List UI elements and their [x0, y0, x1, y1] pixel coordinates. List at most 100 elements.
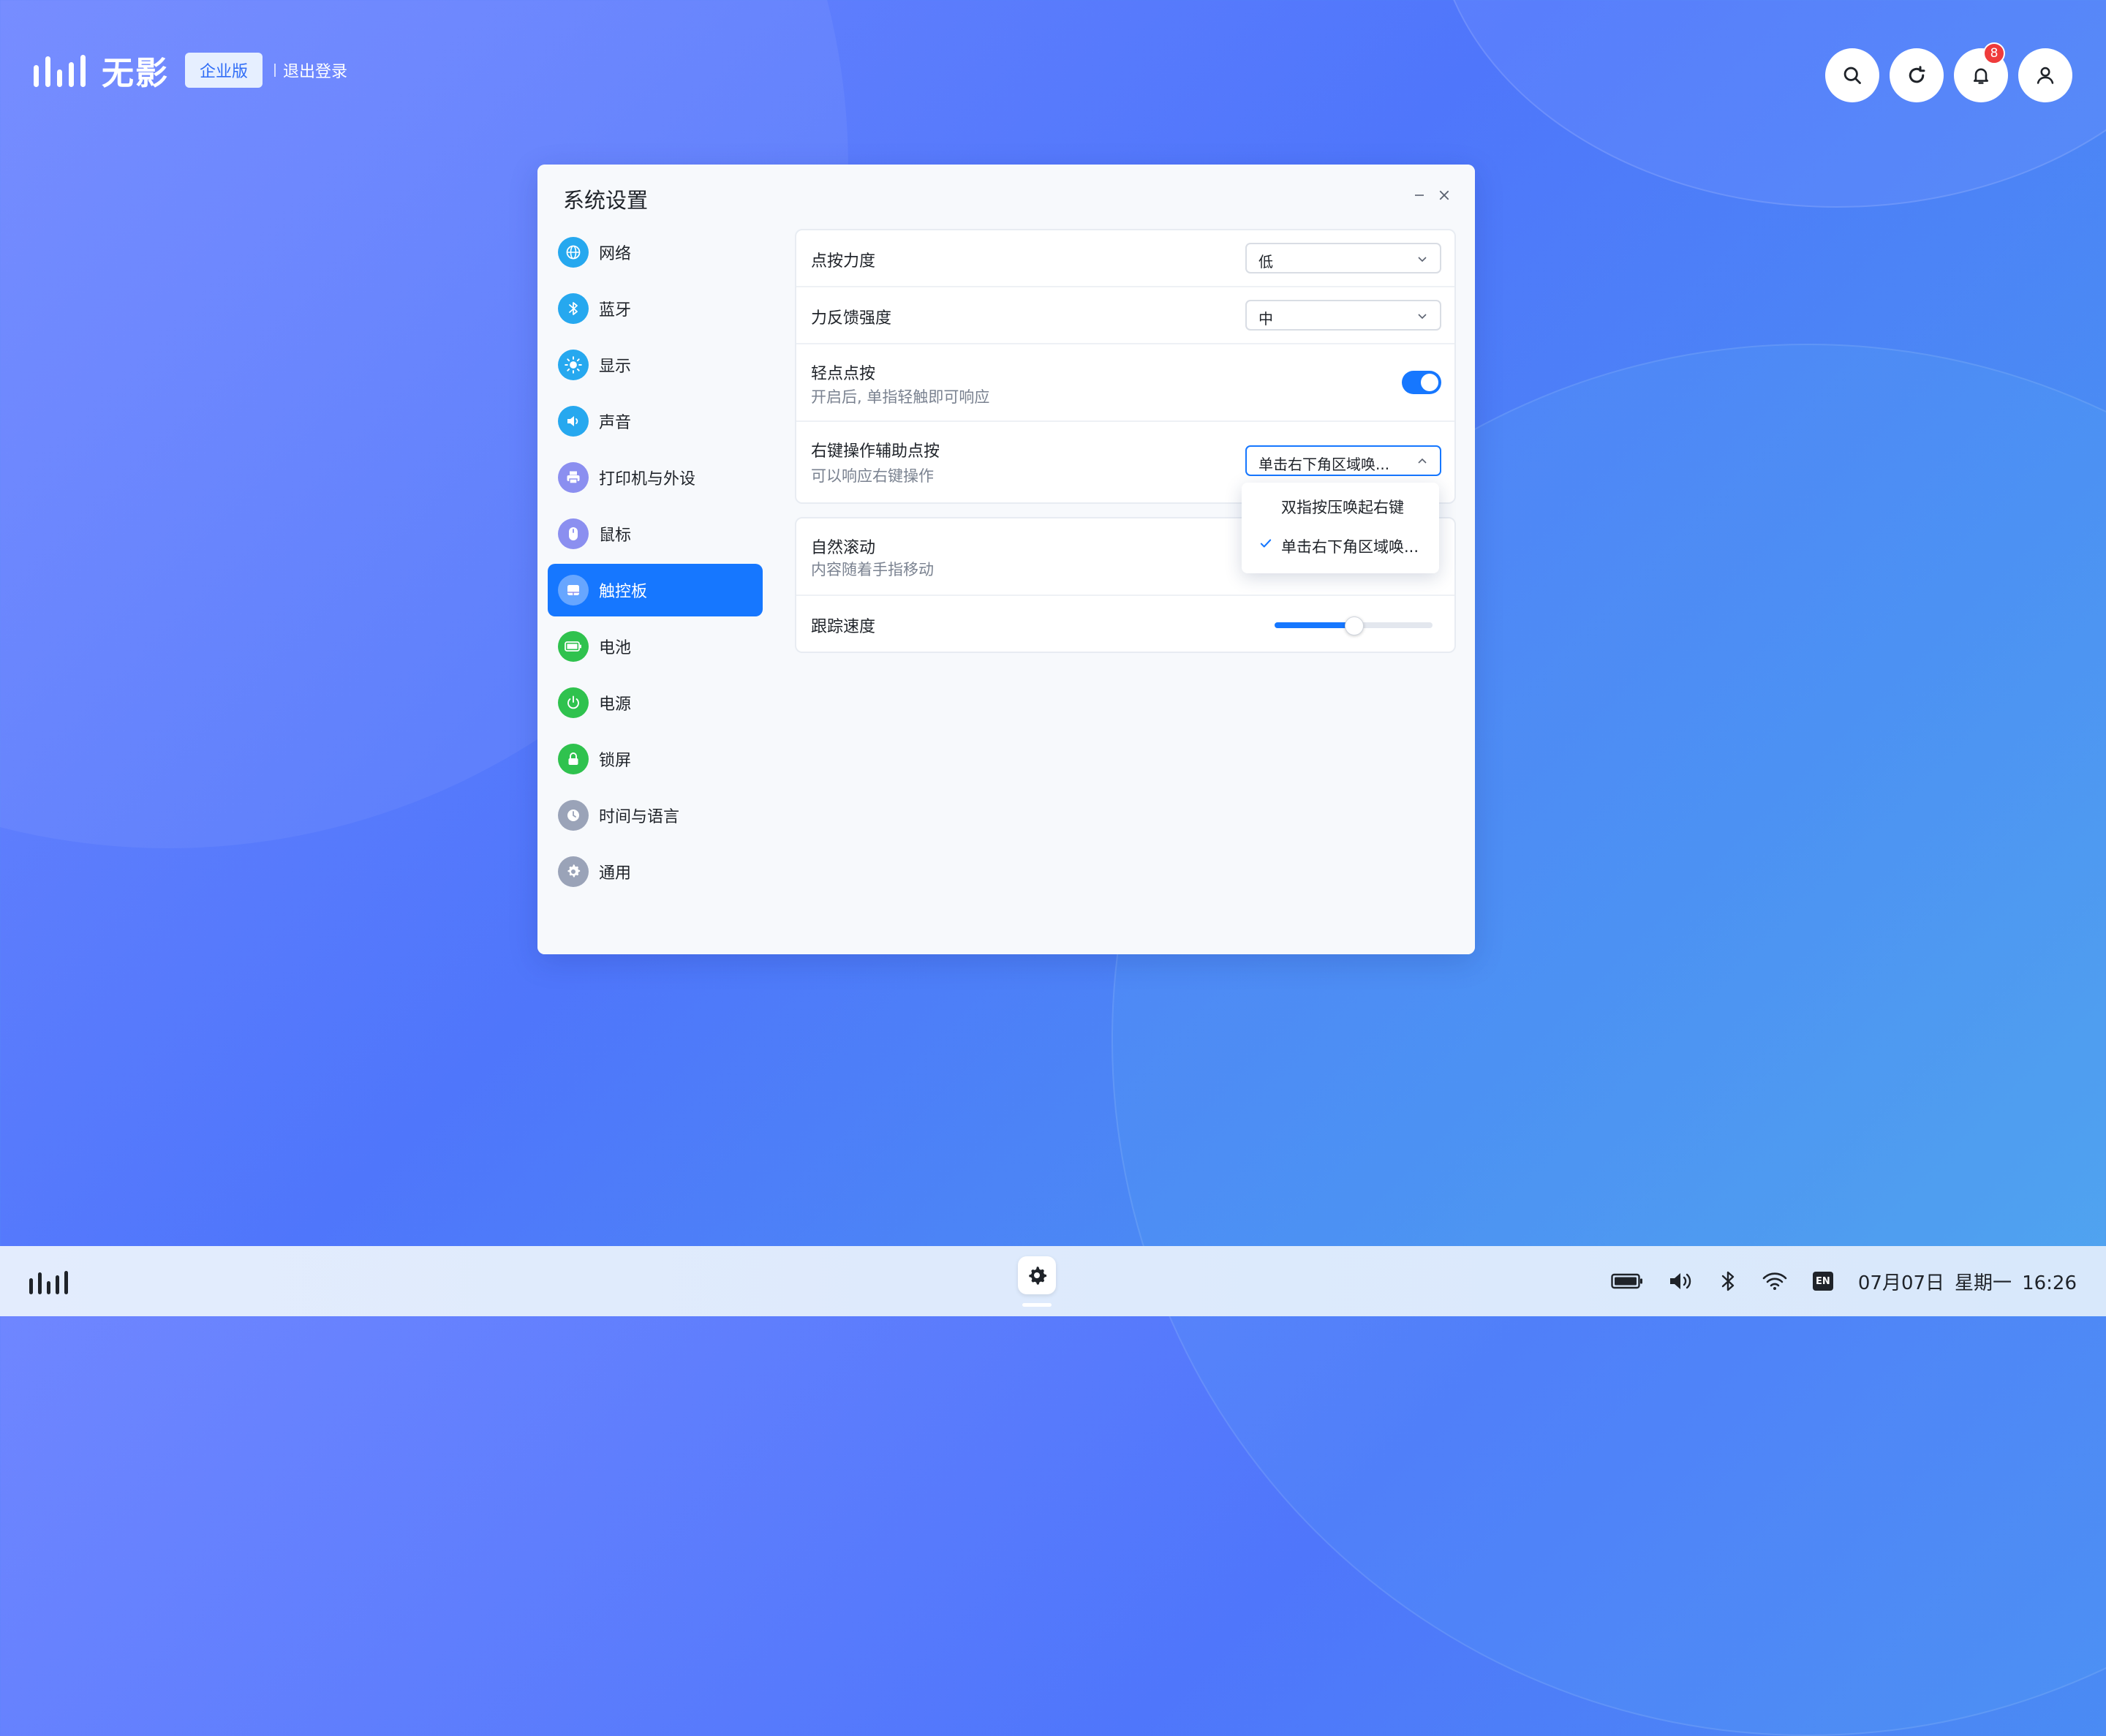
touchpad-settings-card: 点按力度 低 力反馈强度 中 轻点点按 开启后, 单指轻触即可响应 右键操作辅助…	[795, 229, 1456, 504]
divider	[274, 64, 276, 77]
input-method-label: EN	[1812, 1272, 1833, 1291]
chevron-down-icon	[1418, 257, 1427, 263]
wifi-icon	[1762, 1272, 1787, 1290]
battery-icon	[558, 631, 589, 662]
sidebar-item-label: 打印机与外设	[599, 470, 696, 488]
battery-icon	[1611, 1273, 1642, 1289]
minimize-button[interactable]	[1411, 186, 1428, 204]
wuying-logo-icon	[34, 53, 86, 87]
notification-badge: 8	[1983, 42, 2005, 64]
feedback-strength-label: 力反馈强度	[811, 309, 892, 328]
input-method-indicator[interactable]: EN	[1812, 1272, 1833, 1291]
slider-thumb[interactable]	[1345, 616, 1364, 635]
taskbar: EN 07月07日 星期一 16:26	[0, 1246, 2106, 1316]
user-icon	[2037, 67, 2054, 84]
brand: 无影 企业版 退出登录	[34, 47, 347, 94]
tracking-speed-label: 跟踪速度	[811, 618, 876, 636]
refresh-button[interactable]	[1890, 48, 1944, 102]
system-tray: EN 07月07日 星期一 16:26	[1611, 1265, 2077, 1297]
click-force-value: 低	[1258, 253, 1273, 271]
edition-badge: 企业版	[185, 53, 263, 88]
feedback-strength-value: 中	[1258, 310, 1273, 328]
close-button[interactable]	[1435, 186, 1453, 204]
click-force-label: 点按力度	[811, 252, 876, 271]
window-title: 系统设置	[563, 188, 649, 213]
sidebar-item-label: 电源	[599, 695, 632, 714]
speaker-icon	[1669, 1273, 1691, 1289]
bluetooth-control[interactable]	[1719, 1269, 1737, 1293]
tracking-speed-slider[interactable]	[1275, 616, 1433, 635]
right-click-assist-select[interactable]: 单击右下角区域唤...	[1245, 445, 1441, 476]
feedback-strength-select[interactable]: 中	[1245, 300, 1441, 331]
sidebar-item[interactable]: 蓝牙	[548, 282, 763, 335]
bluetooth-icon	[558, 293, 589, 324]
settings-sidebar: 系统设置 网络蓝牙显示声音打印机与外设 鼠标触控板电池电源锁屏时间与语言通用	[537, 165, 774, 954]
right-click-assist-dropdown: 双指按压唤起右键 单击右下角区域唤...	[1242, 483, 1439, 573]
sidebar-item[interactable]: 网络	[548, 226, 763, 279]
sidebar-item-label: 鼠标	[599, 527, 632, 545]
bluetooth-icon	[1721, 1271, 1735, 1291]
tap-to-click-label: 轻点点按	[811, 365, 876, 383]
sidebar-item[interactable]: 声音	[548, 395, 763, 448]
right-click-assist-label: 右键操作辅助点按	[811, 442, 940, 461]
sidebar-item[interactable]: 电池	[548, 620, 763, 673]
sidebar-item[interactable]: 触控板	[548, 564, 763, 616]
volume-control[interactable]	[1668, 1270, 1694, 1292]
search-icon	[1843, 67, 1861, 84]
sidebar-nav: 网络蓝牙显示声音打印机与外设 鼠标触控板电池电源锁屏时间与语言通用	[548, 226, 763, 902]
start-menu-button[interactable]	[29, 1269, 68, 1294]
right-click-assist-description: 可以响应右键操作	[811, 467, 934, 485]
sidebar-item[interactable]: 时间与语言	[548, 789, 763, 842]
taskbar-settings-app[interactable]	[1018, 1256, 1056, 1294]
notification-button[interactable]: 8	[1954, 42, 2008, 102]
touchpad-icon	[558, 575, 589, 605]
toggle-knob	[1421, 374, 1438, 391]
click-force-select[interactable]: 低	[1245, 243, 1441, 273]
sidebar-item-label: 锁屏	[599, 752, 632, 770]
sidebar-item[interactable]: 打印机与外设	[548, 451, 763, 504]
battery-status[interactable]	[1611, 1272, 1643, 1290]
sidebar-item-label: 时间与语言	[599, 808, 680, 826]
sidebar-item-label: 显示	[599, 358, 632, 376]
time: 16:26	[2022, 1272, 2077, 1294]
chevron-up-icon	[1418, 458, 1427, 464]
dropdown-option[interactable]: 双指按压唤起右键	[1242, 487, 1439, 524]
clock-icon	[558, 800, 589, 831]
natural-scroll-description: 内容随着手指移动	[811, 561, 934, 578]
bell-icon	[1973, 68, 1989, 84]
active-app-indicator	[1022, 1303, 1052, 1307]
top-toolbar: 8	[1825, 42, 2072, 102]
date: 07月07日	[1857, 1272, 1945, 1294]
weekday: 星期一	[1955, 1272, 2012, 1294]
sidebar-item[interactable]: 通用	[548, 845, 763, 898]
logout-link[interactable]: 退出登录	[283, 59, 347, 82]
feedback-strength-row: 力反馈强度 中	[796, 287, 1454, 344]
sidebar-item[interactable]: 电源	[548, 676, 763, 729]
slider-fill	[1275, 622, 1354, 628]
close-icon	[1439, 190, 1449, 200]
globe-icon	[558, 237, 589, 268]
printer-icon	[558, 462, 589, 493]
brand-name: 无影	[102, 55, 169, 92]
sidebar-item-label: 电池	[599, 639, 632, 657]
natural-scroll-label: 自然滚动	[811, 539, 876, 557]
refresh-icon	[1909, 66, 1925, 83]
search-button[interactable]	[1825, 48, 1879, 102]
dropdown-option-selected[interactable]: 单击右下角区域唤...	[1242, 527, 1439, 563]
tap-to-click-description: 开启后, 单指轻触即可响应	[811, 388, 990, 406]
sidebar-item[interactable]: 锁屏	[548, 733, 763, 785]
sidebar-item-label: 触控板	[599, 583, 648, 601]
tap-to-click-toggle[interactable]	[1402, 371, 1441, 394]
sidebar-item-label: 蓝牙	[599, 301, 632, 320]
minimize-icon	[1415, 195, 1424, 196]
tap-to-click-row: 轻点点按 开启后, 单指轻触即可响应	[796, 344, 1454, 422]
taskbar-clock[interactable]: 07月07日 星期一 16:26	[1858, 1268, 2077, 1295]
wifi-control[interactable]	[1762, 1271, 1788, 1291]
right-click-assist-value: 单击右下角区域唤...	[1258, 456, 1390, 473]
user-button[interactable]	[2018, 48, 2072, 102]
dropdown-option-label: 双指按压唤起右键	[1281, 499, 1404, 516]
sidebar-item[interactable]: 显示	[548, 339, 763, 391]
mouse-icon	[558, 518, 589, 549]
dropdown-option-label: 单击右下角区域唤...	[1281, 538, 1419, 556]
sidebar-item[interactable]: 鼠标	[548, 507, 763, 560]
